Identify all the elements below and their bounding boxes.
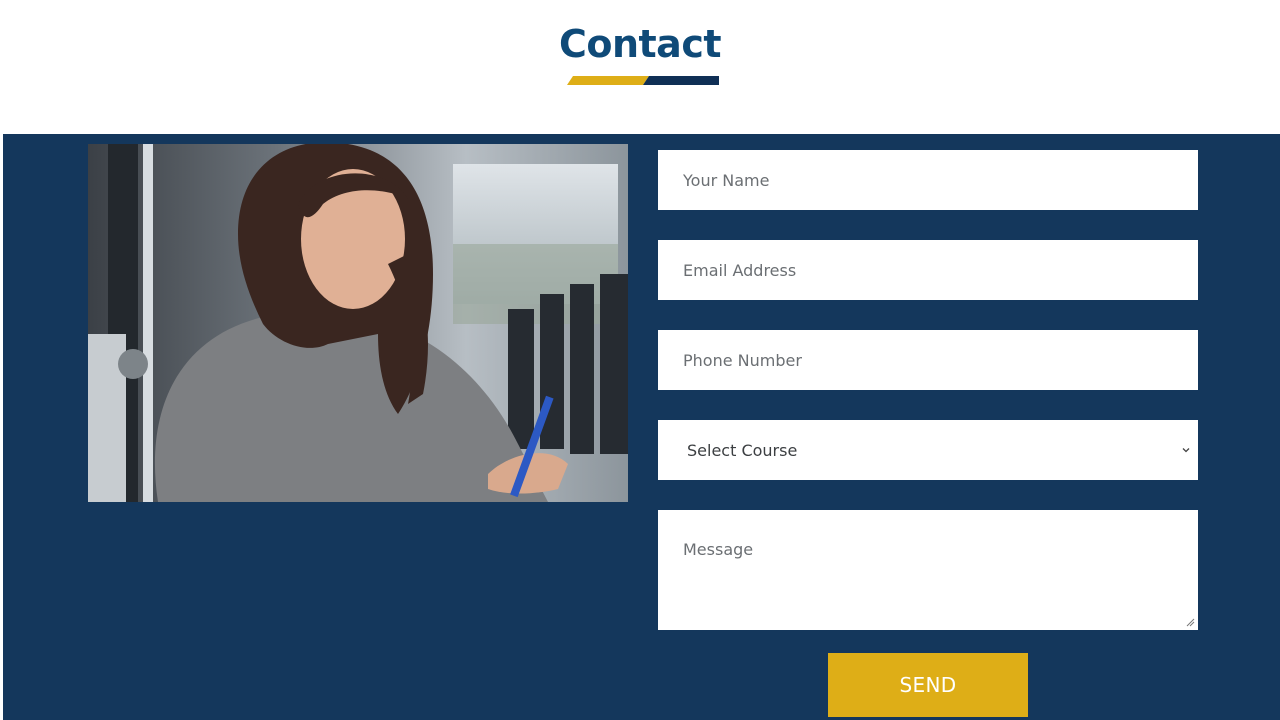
student-photo	[88, 144, 628, 502]
send-button[interactable]: SEND	[828, 653, 1028, 717]
resize-handle-icon[interactable]	[1186, 618, 1195, 627]
email-input[interactable]: Email Address	[658, 240, 1198, 300]
section-header: Contact	[0, 0, 1280, 134]
course-select-value: Select Course	[687, 440, 798, 460]
page-title: Contact	[558, 22, 722, 66]
message-placeholder: Message	[683, 540, 754, 559]
chevron-down-icon	[1182, 448, 1190, 453]
phone-input[interactable]: Phone Number	[658, 330, 1198, 390]
message-textarea[interactable]: Message	[658, 510, 1198, 630]
name-placeholder: Your Name	[683, 170, 770, 190]
title-underline	[567, 76, 719, 85]
email-placeholder: Email Address	[683, 260, 797, 280]
course-select[interactable]: Select Course	[658, 420, 1198, 480]
name-input[interactable]: Your Name	[658, 150, 1198, 210]
phone-placeholder: Phone Number	[683, 350, 802, 370]
